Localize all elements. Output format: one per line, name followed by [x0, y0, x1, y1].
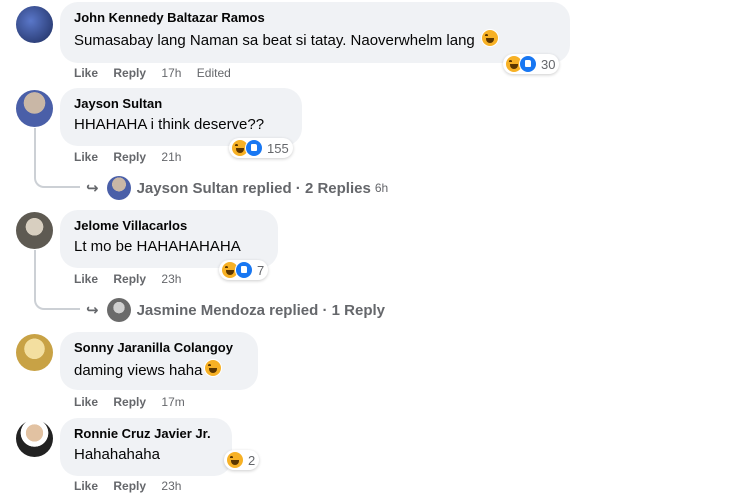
comment-actions: Like Reply 17h Edited: [74, 66, 243, 80]
edited-label: Edited: [196, 66, 231, 80]
timestamp[interactable]: 17m: [161, 395, 184, 409]
laughing-emoji-icon: [204, 359, 223, 377]
reply-button[interactable]: Reply: [113, 479, 146, 493]
reaction-count: 2: [248, 452, 256, 468]
reply-author-avatar: [106, 298, 131, 322]
reaction-count: 7: [257, 262, 265, 278]
timestamp[interactable]: 17h: [161, 66, 181, 80]
comment-actions: Like Reply 23h: [74, 272, 193, 286]
comment-author[interactable]: John Kennedy Baltazar Ramos: [74, 10, 556, 26]
comment-bubble: Sonny Jaranilla Colangoy daming views ha…: [60, 332, 258, 390]
avatar[interactable]: [16, 90, 53, 127]
comment-actions: Like Reply 17m: [74, 395, 197, 409]
comment-author[interactable]: Jelome Villacarlos: [74, 218, 264, 234]
thread-connector: [34, 128, 80, 188]
comment-text: HHAHAHA i think deserve??: [74, 116, 265, 133]
comment-bubble: Ronnie Cruz Javier Jr. Hahahahaha: [60, 418, 232, 476]
grin-emoji-icon: [480, 29, 499, 47]
avatar[interactable]: [16, 334, 53, 371]
like-button[interactable]: Like: [74, 66, 98, 80]
comment-actions: Like Reply 21h: [74, 150, 193, 164]
like-button[interactable]: Like: [74, 479, 98, 493]
avatar[interactable]: [16, 6, 53, 43]
comment-text: daming views haha: [74, 359, 244, 381]
replies-label[interactable]: Jayson Sultan replied · 2 Replies: [137, 180, 371, 197]
haha-reaction-icon: [226, 451, 244, 469]
comment-author[interactable]: Jayson Sultan: [74, 96, 288, 112]
comment-actions: Like Reply 23h: [74, 479, 193, 493]
reply-arrow-icon: ↪: [86, 302, 99, 319]
reaction-summary[interactable]: 7: [219, 260, 269, 280]
comment-bubble: John Kennedy Baltazar Ramos Sumasabay la…: [60, 2, 570, 63]
replies-label[interactable]: Jasmine Mendoza replied · 1 Reply: [137, 302, 385, 319]
replies-time: 6h: [374, 181, 389, 195]
reaction-count: 155: [267, 140, 289, 156]
reply-arrow-icon: ↪: [86, 180, 99, 197]
reply-button[interactable]: Reply: [113, 395, 146, 409]
reply-button[interactable]: Reply: [113, 272, 146, 286]
like-reaction-icon: [235, 261, 253, 279]
view-replies-link[interactable]: ↪ Jayson Sultan replied · 2 Replies 6h: [86, 176, 388, 200]
reaction-summary[interactable]: 2: [224, 450, 260, 470]
comment-text: Hahahahaha: [74, 446, 160, 463]
reply-author-avatar: [106, 176, 131, 200]
timestamp[interactable]: 23h: [161, 479, 181, 493]
thread-connector: [34, 250, 80, 310]
comment-author[interactable]: Ronnie Cruz Javier Jr.: [74, 426, 218, 442]
view-replies-link[interactable]: ↪ Jasmine Mendoza replied · 1 Reply: [86, 298, 385, 322]
comment-author[interactable]: Sonny Jaranilla Colangoy: [74, 340, 244, 356]
reaction-summary[interactable]: 30: [503, 54, 560, 74]
comment-text: Sumasabay lang Naman sa beat si tatay. N…: [74, 29, 556, 51]
like-reaction-icon: [245, 139, 263, 157]
avatar[interactable]: [16, 212, 53, 249]
avatar[interactable]: [16, 420, 53, 457]
reaction-summary[interactable]: 155: [229, 138, 293, 158]
comment-text: Lt mo be HAHAHAHAHA: [74, 238, 241, 255]
reply-button[interactable]: Reply: [113, 66, 146, 80]
timestamp[interactable]: 21h: [161, 150, 181, 164]
timestamp[interactable]: 23h: [161, 272, 181, 286]
like-reaction-icon: [519, 55, 537, 73]
like-button[interactable]: Like: [74, 395, 98, 409]
reaction-count: 30: [541, 56, 556, 72]
reply-button[interactable]: Reply: [113, 150, 146, 164]
